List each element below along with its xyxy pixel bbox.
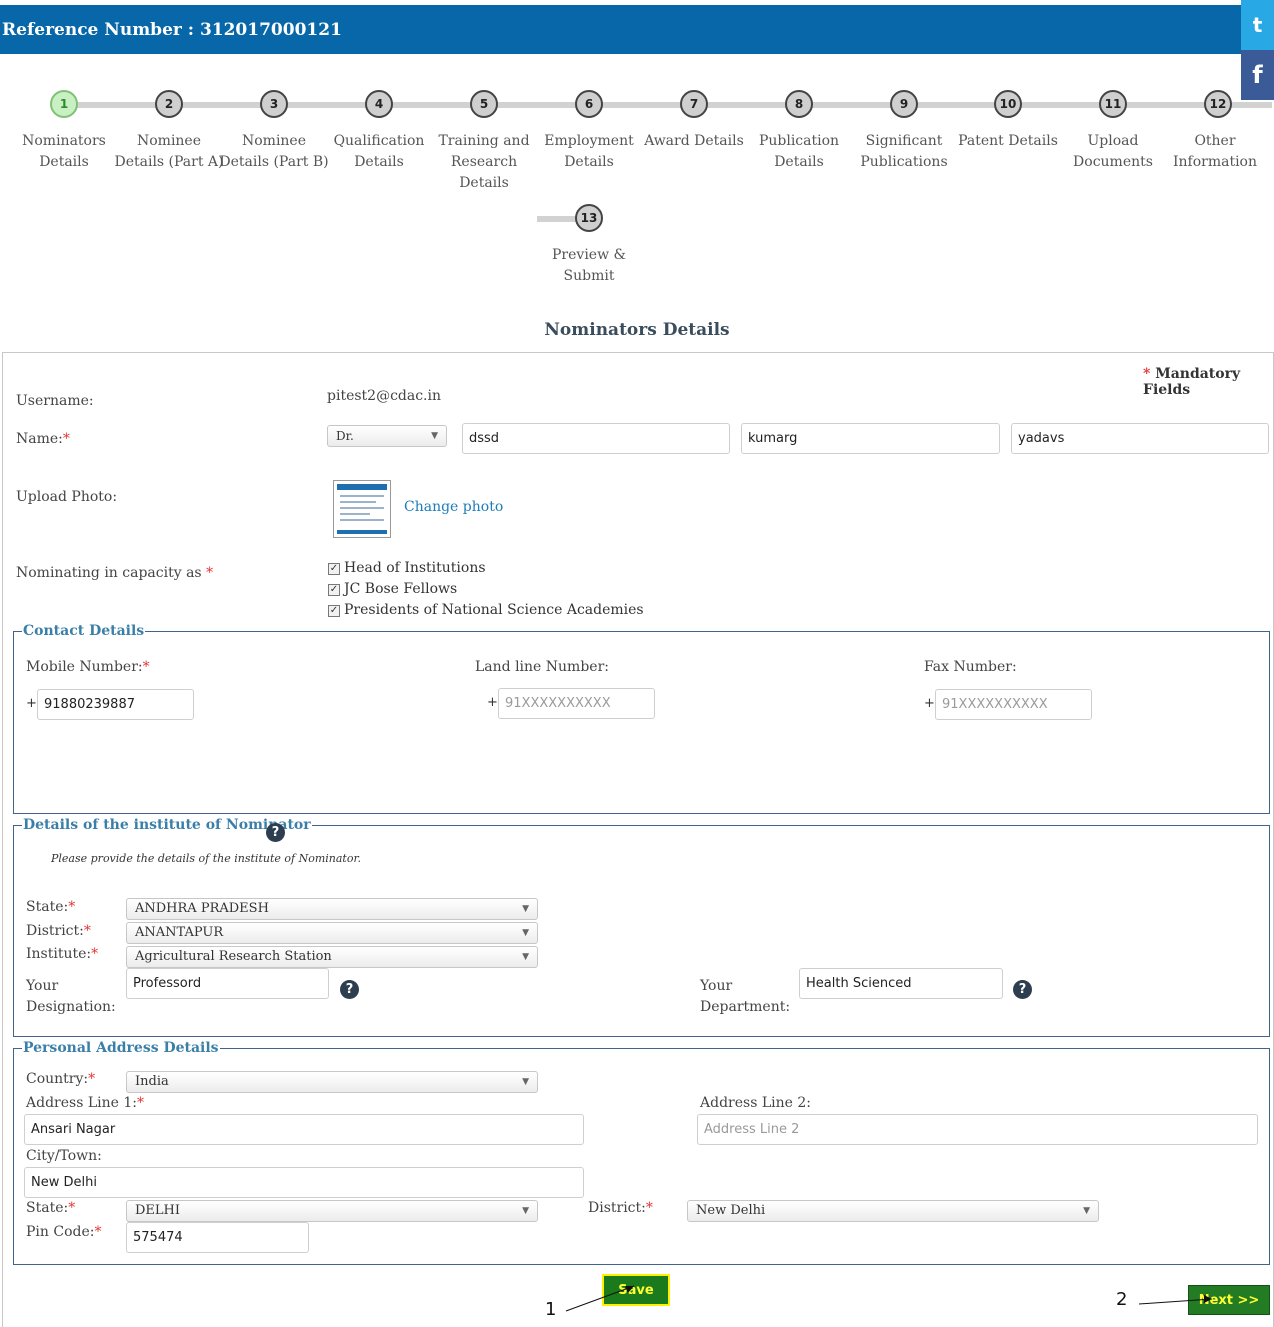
- callout-arrowhead-2: [1204, 1295, 1212, 1303]
- callout-arrow-2: [1138, 1298, 1213, 1305]
- callout-arrows: [565, 1285, 1213, 1312]
- callout-arrow-1: [565, 1285, 635, 1312]
- callout-arrowhead-1: [625, 1286, 634, 1293]
